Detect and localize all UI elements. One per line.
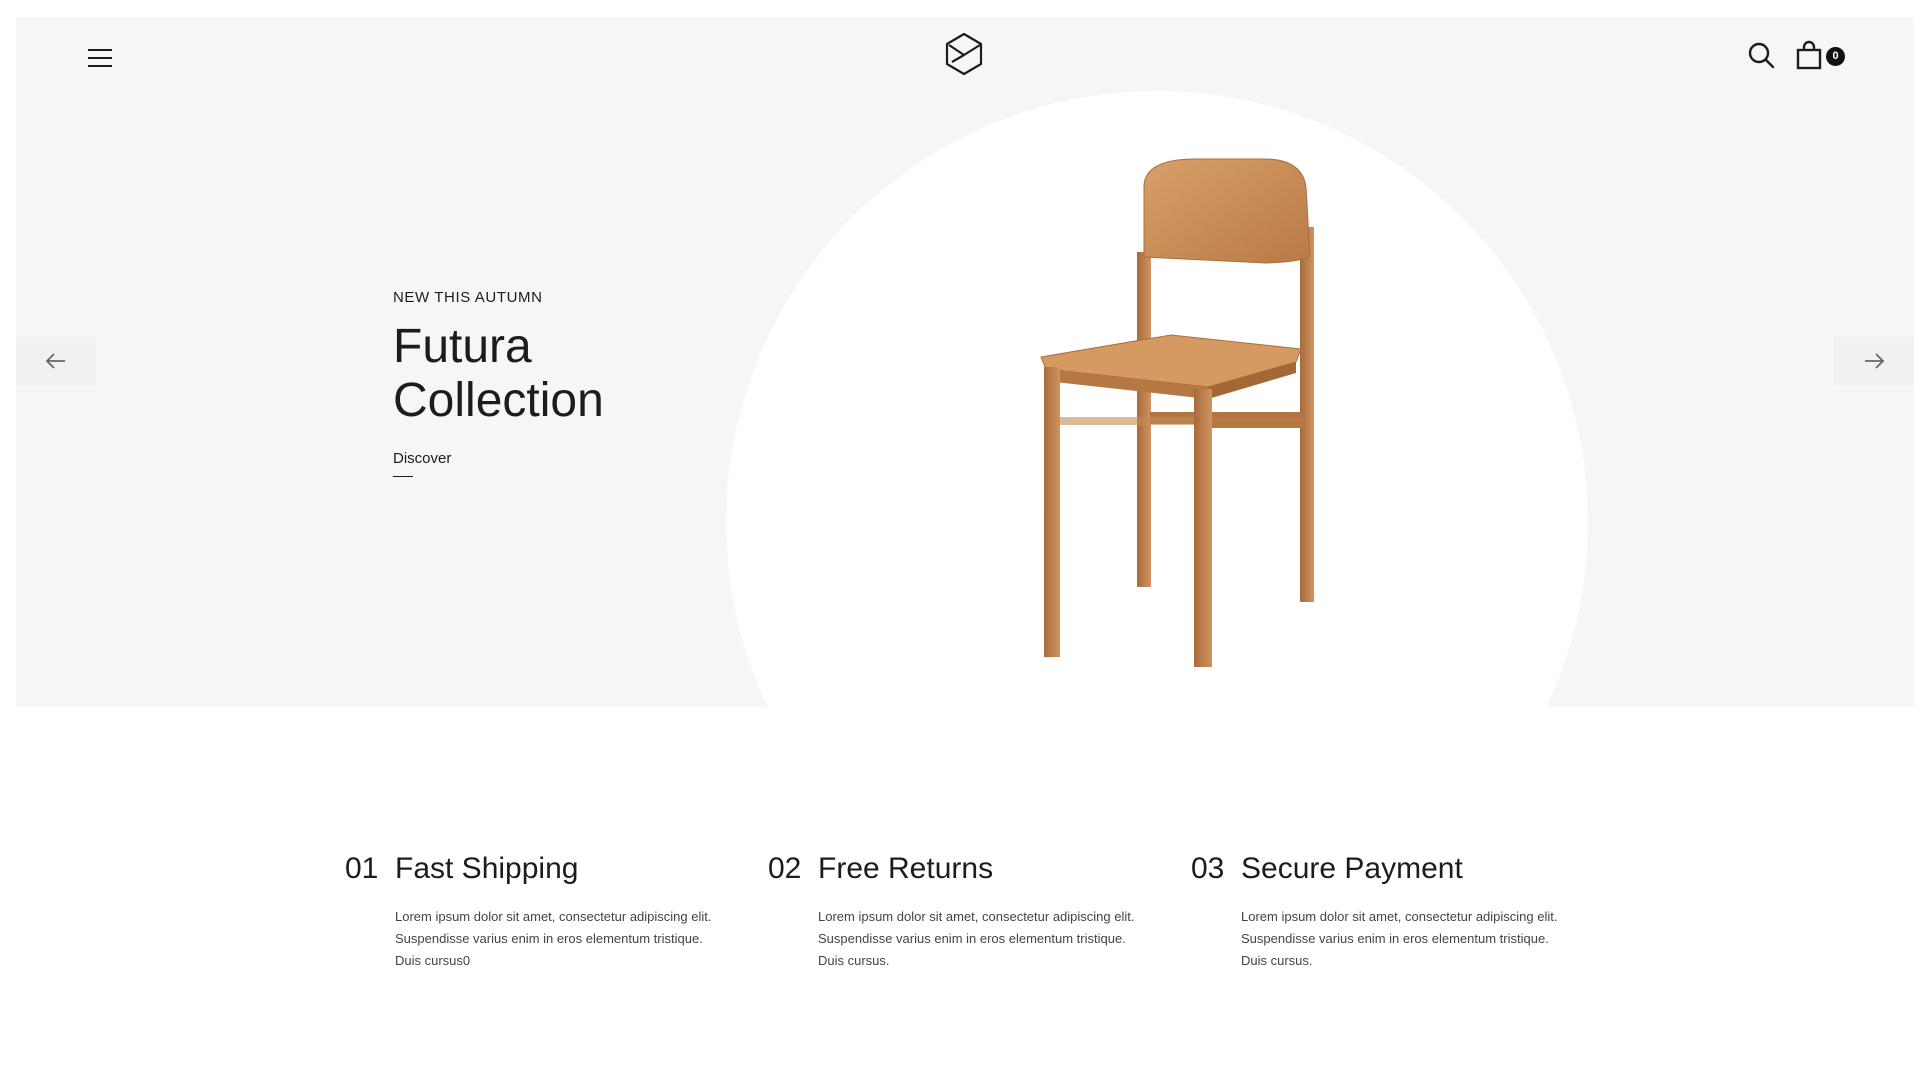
discover-label: Discover — [393, 450, 452, 467]
hero-text-block: NEW THIS AUTUMN Futura Collection Discov… — [393, 289, 693, 477]
logo-icon[interactable] — [944, 32, 984, 76]
shopping-bag-icon[interactable] — [1794, 40, 1824, 70]
arrow-left-icon — [45, 353, 65, 369]
feature-item: 01 Fast Shipping Lorem ipsum dolor sit a… — [345, 852, 725, 972]
discover-link[interactable]: Discover — [393, 450, 451, 477]
hamburger-menu-icon[interactable] — [86, 44, 114, 72]
feature-description: Lorem ipsum dolor sit amet, consectetur … — [818, 909, 1135, 968]
hero-section: 0 NEW THIS AUTUMN Futura Collection Disc… — [16, 17, 1914, 707]
carousel-prev-button[interactable] — [16, 337, 96, 385]
cart-count-badge: 0 — [1826, 47, 1845, 66]
feature-number: 03 — [1191, 852, 1225, 885]
discover-underline — [393, 476, 413, 477]
hero-title: Futura Collection — [393, 320, 604, 427]
feature-number: 01 — [345, 852, 379, 885]
feature-number: 02 — [768, 852, 802, 885]
search-icon[interactable] — [1747, 41, 1775, 69]
arrow-right-icon — [1865, 353, 1885, 369]
feature-item: 03 Secure Payment Lorem ipsum dolor sit … — [1191, 852, 1571, 972]
hero-eyebrow: NEW THIS AUTUMN — [393, 289, 543, 306]
feature-title: Secure Payment — [1241, 852, 1463, 885]
carousel-next-button[interactable] — [1834, 337, 1914, 385]
feature-title: Fast Shipping — [395, 852, 579, 885]
wooden-chair-image — [1040, 158, 1314, 667]
feature-title: Free Returns — [818, 852, 994, 885]
feature-description: Lorem ipsum dolor sit amet, consectetur … — [1241, 909, 1558, 968]
feature-description: Lorem ipsum dolor sit amet, consectetur … — [395, 909, 712, 968]
feature-item: 02 Free Returns Lorem ipsum dolor sit am… — [768, 852, 1148, 972]
